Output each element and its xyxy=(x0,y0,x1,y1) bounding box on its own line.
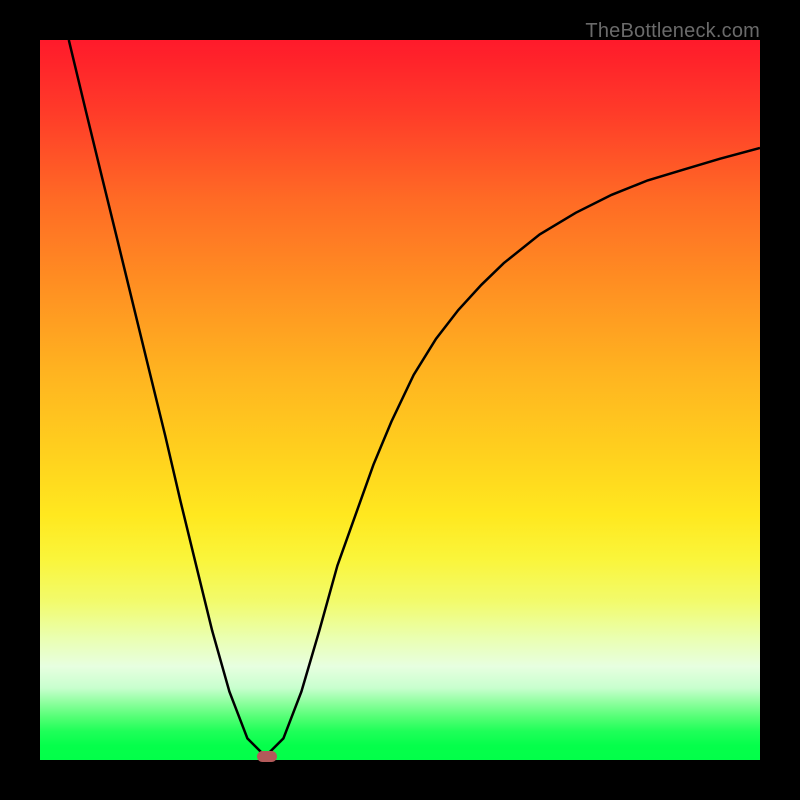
plot-area xyxy=(40,40,760,760)
chart-frame: TheBottleneck.com xyxy=(0,0,800,800)
optimal-marker xyxy=(257,751,277,762)
bottleneck-curve xyxy=(69,40,760,756)
curve-svg xyxy=(40,40,760,760)
